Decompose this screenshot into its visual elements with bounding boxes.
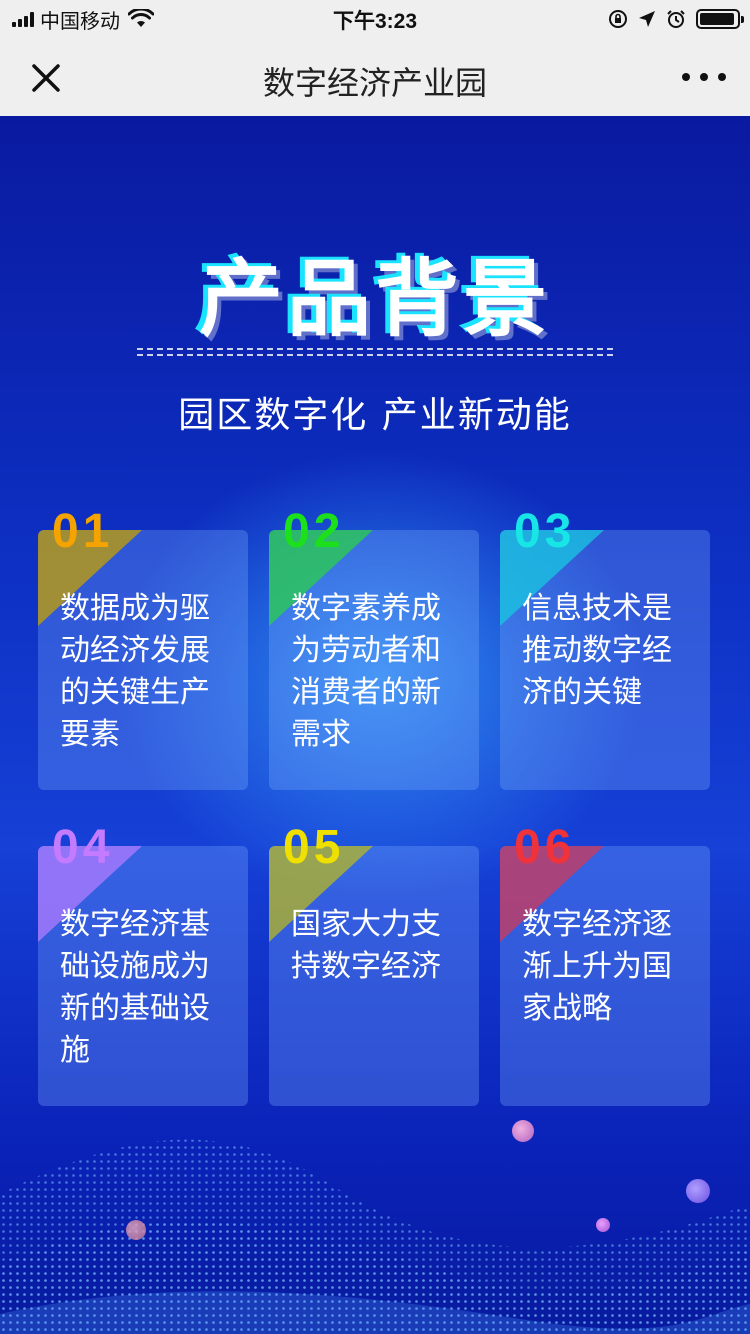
section-subtitle: 园区数字化 产业新动能 [178, 395, 572, 436]
feature-card-6: 06 数字经济逐渐上升为国家战略 [500, 821, 710, 1106]
alarm-icon [667, 10, 685, 28]
card-text: 国家大力支持数字经济 [291, 907, 441, 984]
page-title: 数字经济产业园 [262, 64, 487, 102]
section-heading: 产品背景 [198, 250, 551, 348]
location-icon [639, 11, 655, 27]
card-number: 04 [52, 821, 114, 874]
status-bar: 中国移动 下午3:23 [0, 0, 750, 40]
card-number: 06 [514, 821, 576, 874]
glow-dot [596, 1218, 610, 1232]
card-number: 02 [283, 505, 345, 558]
card-text: 数字经济基础设施成为新的基础设施 [60, 907, 210, 1068]
glow-dot [686, 1179, 710, 1203]
card-text: 数据成为驱动经济发展的关键生产要素 [60, 591, 210, 752]
feature-card-1: 01 数据成为驱动经济发展的关键生产要素 [38, 505, 248, 790]
card-number: 01 [52, 505, 114, 558]
card-text: 数字经济逐渐上升为国家战略 [522, 907, 672, 1026]
battery-icon [696, 9, 744, 29]
card-text: 信息技术是推动数字经济的关键 [522, 591, 672, 710]
glow-dot [126, 1220, 146, 1240]
status-right [608, 6, 744, 32]
card-text: 数字素养成为劳动者和消费者的新需求 [291, 591, 441, 752]
more-icon[interactable] [682, 62, 726, 92]
glow-dot [512, 1120, 534, 1142]
feature-card-2: 02 数字素养成为劳动者和消费者的新需求 [269, 505, 479, 790]
card-number: 05 [283, 821, 345, 874]
main-content: 产品背景 园区数字化 产业新动能 01 数据成为驱动经济发展的关键生产要素 02… [0, 116, 750, 1334]
nav-bar: 数字经济产业园 [0, 40, 750, 116]
heading-divider [137, 348, 613, 356]
feature-card-4: 04 数字经济基础设施成为新的基础设施 [38, 821, 248, 1106]
dotted-wave-decoration [0, 1139, 750, 1334]
orientation-lock-icon [609, 10, 627, 28]
feature-card-5: 05 国家大力支持数字经济 [269, 821, 479, 1106]
card-number: 03 [514, 505, 576, 558]
feature-card-3: 03 信息技术是推动数字经济的关键 [500, 505, 710, 790]
